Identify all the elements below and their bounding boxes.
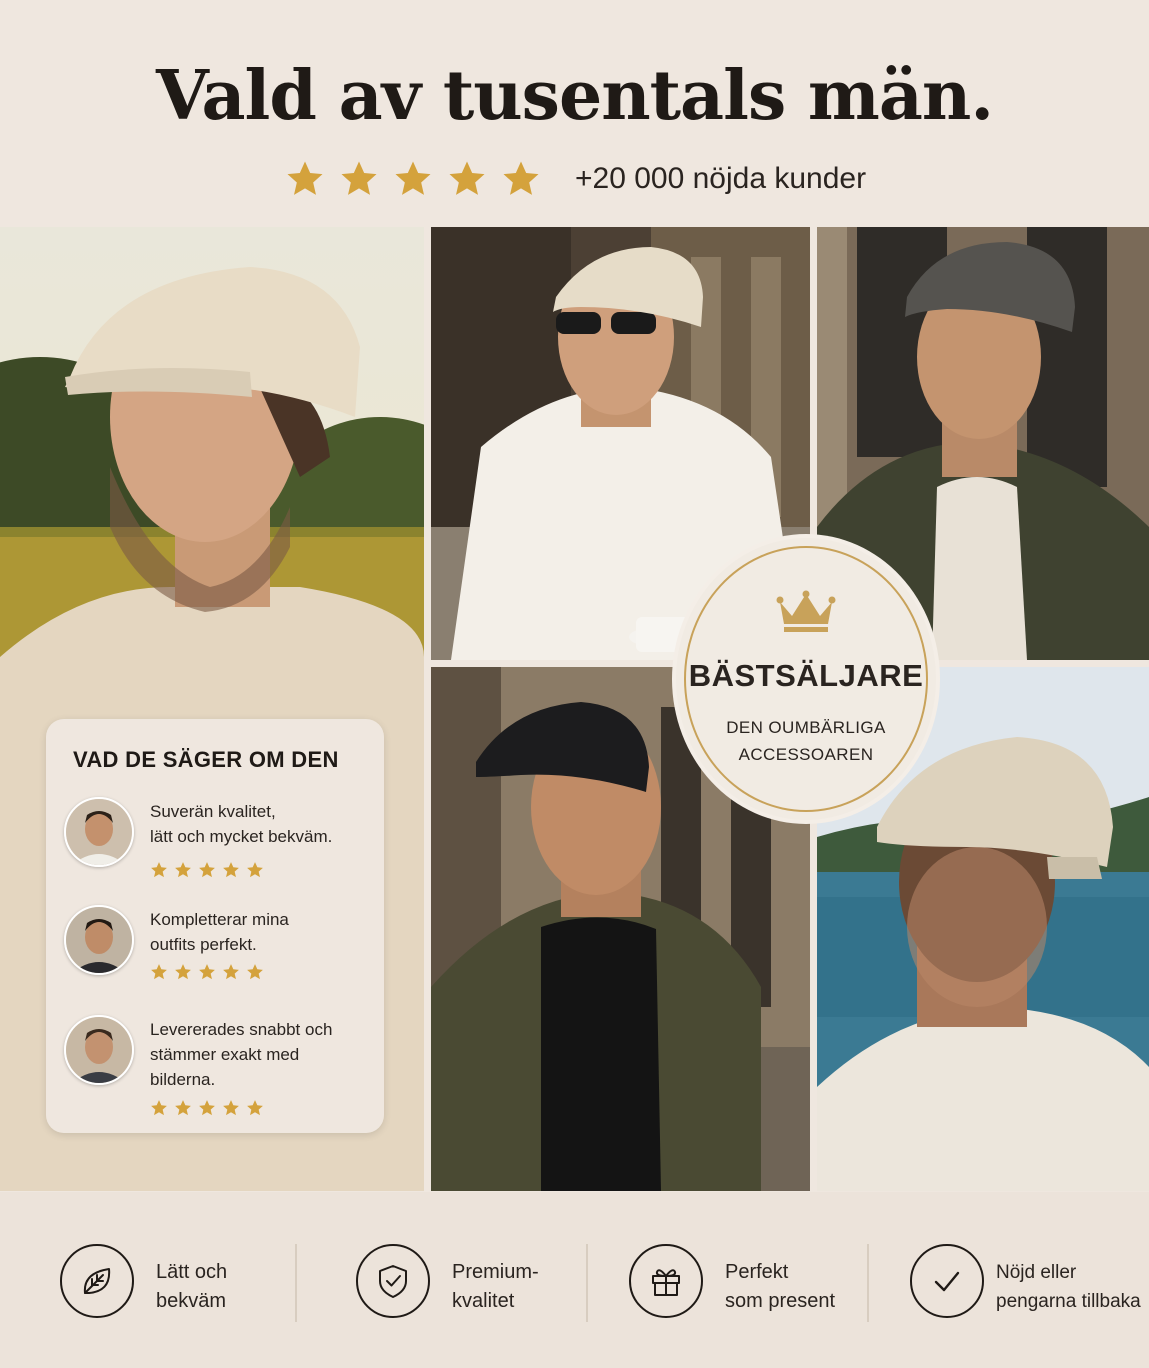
avatar (64, 797, 134, 867)
avatar (64, 1015, 134, 1085)
divider (586, 1244, 588, 1322)
feature-label-line: som present (725, 1290, 836, 1312)
review-text-line: stämmer exakt med (150, 1045, 300, 1064)
customer-count: +20 000 nöjda kunder (575, 162, 867, 195)
page-title: Vald av tusentals män. (155, 56, 994, 136)
divider (295, 1244, 297, 1322)
review-text-line: Levererades snabbt och (150, 1020, 333, 1039)
reviews-card: VAD DE SÄGER OM DEN Suverän kvalitet, lä… (46, 719, 384, 1133)
feature-label-line: Nöjd eller (996, 1262, 1077, 1283)
star-icon (287, 161, 323, 195)
star-icon (175, 862, 191, 878)
shield-check-icon (356, 1244, 430, 1318)
review-text-line: Kompletterar mina (150, 910, 289, 929)
avatar (64, 905, 134, 975)
star-icon (151, 964, 167, 980)
star-icon (223, 862, 239, 878)
star-icon (223, 964, 239, 980)
review-stars (150, 861, 264, 879)
badge-subtitle-line: DEN OUMBÄRLIGA (726, 718, 886, 737)
review-text: Kompletterar mina outfits perfekt. (150, 907, 380, 957)
review-text: Suverän kvalitet, lätt och mycket bekväm… (150, 799, 380, 849)
feature-label-line: pengarna tillbaka (996, 1291, 1141, 1312)
star-icon (223, 1100, 239, 1116)
badge-subtitle: DEN OUMBÄRLIGA ACCESSOAREN (676, 714, 936, 768)
crown-icon (776, 590, 836, 632)
review-text-line: bilderna. (150, 1070, 216, 1089)
review-text-line: lätt och mycket bekväm. (150, 827, 333, 846)
star-icon (199, 1100, 215, 1116)
rating-row: +20 000 nöjda kunder (285, 155, 866, 203)
feature-label-line: Premium- (452, 1261, 539, 1283)
review-text-line: Suverän kvalitet, (150, 802, 276, 821)
feature-label-line: Lätt och (156, 1261, 228, 1283)
feature-label-line: Perfekt (725, 1261, 789, 1283)
feature-label: Lätt och bekväm (156, 1258, 346, 1316)
star-icon (199, 964, 215, 980)
feature-label-line: kvalitet (452, 1290, 515, 1312)
review-text: Levererades snabbt och stämmer exakt med… (150, 1017, 380, 1092)
star-icon (151, 1100, 167, 1116)
reviews-title: VAD DE SÄGER OM DEN (73, 747, 339, 772)
star-icon (175, 964, 191, 980)
badge-subtitle-line: ACCESSOAREN (738, 745, 874, 764)
star-icon (151, 862, 167, 878)
gift-icon (629, 1244, 703, 1318)
checkmark-icon (910, 1244, 984, 1318)
star-icon (247, 964, 263, 980)
feature-label-line: bekväm (156, 1290, 227, 1312)
divider (867, 1244, 869, 1322)
rating-stars (285, 159, 541, 199)
review-item: Kompletterar mina outfits perfekt. (64, 905, 374, 995)
star-icon (341, 161, 377, 195)
star-icon (199, 862, 215, 878)
star-icon (247, 1100, 263, 1116)
review-stars (150, 1099, 264, 1117)
feature-label: Nöjd eller pengarna tillbaka (996, 1258, 1149, 1316)
star-icon (449, 161, 485, 195)
badge-title: BÄSTSÄLJARE (688, 658, 924, 693)
header: Vald av tusentals män. +20 000 nöjda kun… (0, 0, 1149, 226)
feature-label: Premium- kvalitet (452, 1258, 642, 1316)
review-text-line: outfits perfekt. (150, 935, 257, 954)
leaf-icon (60, 1244, 134, 1318)
star-icon (247, 862, 263, 878)
star-icon (175, 1100, 191, 1116)
review-item: Suverän kvalitet, lätt och mycket bekväm… (64, 797, 374, 887)
review-stars (150, 963, 264, 981)
feature-label: Perfekt som present (725, 1258, 915, 1316)
bestseller-badge: BÄSTSÄLJARE DEN OUMBÄRLIGA ACCESSOAREN (676, 538, 936, 820)
star-icon (395, 161, 431, 195)
review-item: Levererades snabbt och stämmer exakt med… (64, 1015, 374, 1117)
star-icon (503, 161, 539, 195)
features-bar: Lätt och bekväm Premium- kvalitet Perfek… (0, 1192, 1149, 1368)
